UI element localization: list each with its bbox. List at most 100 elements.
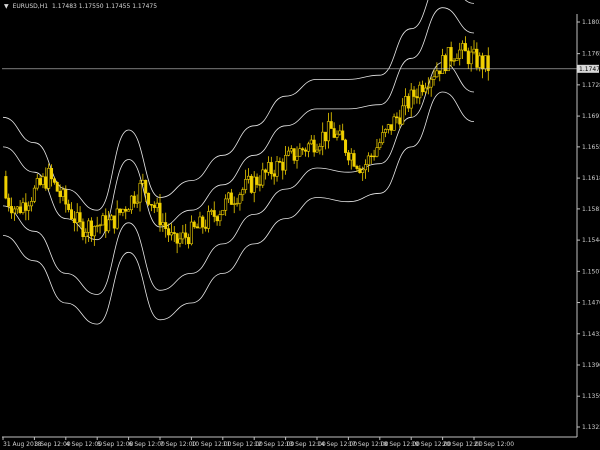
candle-body [275,161,279,177]
candle-body [104,215,108,232]
candle-body [461,43,465,51]
price-tick-label: 1.13965 [582,362,600,369]
candle-body [389,124,393,131]
candle-body [121,208,125,213]
candle-body [144,179,148,194]
candle-body [195,226,199,229]
candle-body [398,117,402,125]
candle-body [281,161,285,171]
candle-body [75,212,79,223]
candle-body [227,192,231,200]
candle-body [478,55,482,68]
candle-body [306,143,310,152]
candle-body [346,152,350,161]
candle-body [358,168,362,173]
candle-body [235,202,239,205]
candle-body [369,155,373,158]
candle-body [415,96,419,99]
candle-body [35,178,39,189]
candle-body [332,128,336,138]
candle-body [175,233,179,244]
candle-body [198,216,202,229]
candle-body [432,76,436,80]
candle-body [366,155,370,165]
candle-body [469,51,473,65]
candle-body [127,209,131,212]
candle-body [312,139,316,153]
candle-body [249,175,253,193]
price-tick-label: 1.15445 [582,237,600,244]
candle-body [298,148,302,157]
candle-body [386,124,390,130]
candle-body [167,228,171,236]
candle-body [318,146,322,151]
candle-body [269,162,273,175]
candle-body [406,96,410,109]
candle-body [421,84,425,93]
candle-body [472,48,476,53]
candle-body [304,149,308,152]
candle-body [112,215,116,229]
candle-body [338,130,342,135]
candle-body [32,187,36,202]
candle-body [135,201,139,204]
candle-body [409,89,413,109]
candle-body [67,203,71,210]
price-tick-label: 1.18030 [582,19,600,26]
candle-body [261,169,265,186]
candle-body [152,204,156,208]
candle-body [258,184,262,186]
candle-body [89,220,93,237]
price-tick-label: 1.15815 [582,206,600,213]
candle-body [446,47,450,72]
candle-body [78,212,82,223]
candle-body [458,49,462,59]
candle-body [364,164,368,171]
price-tick-label: 1.13230 [582,424,600,431]
envelope-line-2 [2,62,475,295]
price-tick-label: 1.17655 [582,51,600,58]
candle-body [238,194,242,204]
candle-body [55,182,59,192]
candle-body [341,130,345,141]
candle-body [384,129,388,133]
price-chart[interactable]: 1.18030 1.17655 1.17285 1.16915 1.16550 1.161… [0,0,600,450]
candle-body [435,70,439,78]
candle-body [30,201,34,207]
current-price-label: 1.17475 [579,66,600,73]
candle-body [372,155,376,158]
candle-body [218,214,222,222]
candle-body [252,176,256,193]
candle-body [344,139,348,153]
candle-body [466,50,470,65]
candle-body [27,205,31,211]
candle-body [109,215,113,221]
candle-body [329,121,333,129]
candle-body [10,206,14,214]
candle-body [443,55,447,72]
candle-body [264,169,268,173]
candle-body [201,216,205,228]
chart-window[interactable]: ▼ EURUSD,H1 1.17483 1.17550 1.17455 1.1747… [0,0,600,450]
candle-body [483,55,487,70]
price-tick-label: 1.14705 [582,300,600,307]
candle-body [204,226,208,229]
candle-body [95,225,99,227]
candle-body [41,176,45,185]
candle-body [132,195,136,204]
candle-body [18,206,22,213]
candle-body [295,155,299,161]
candle-body [47,168,51,189]
candle-body [189,221,193,245]
candle-body [401,105,405,125]
candle-body [455,58,459,61]
candle-body [115,208,119,229]
candle-body [335,133,339,138]
candle-body [178,238,182,244]
candle-body [475,48,479,68]
candle-body [441,55,445,74]
candle-body [301,148,305,151]
candle-body [84,231,88,237]
price-tick-label: 1.15075 [582,268,600,275]
price-tick-label: 1.16180 [582,175,600,182]
